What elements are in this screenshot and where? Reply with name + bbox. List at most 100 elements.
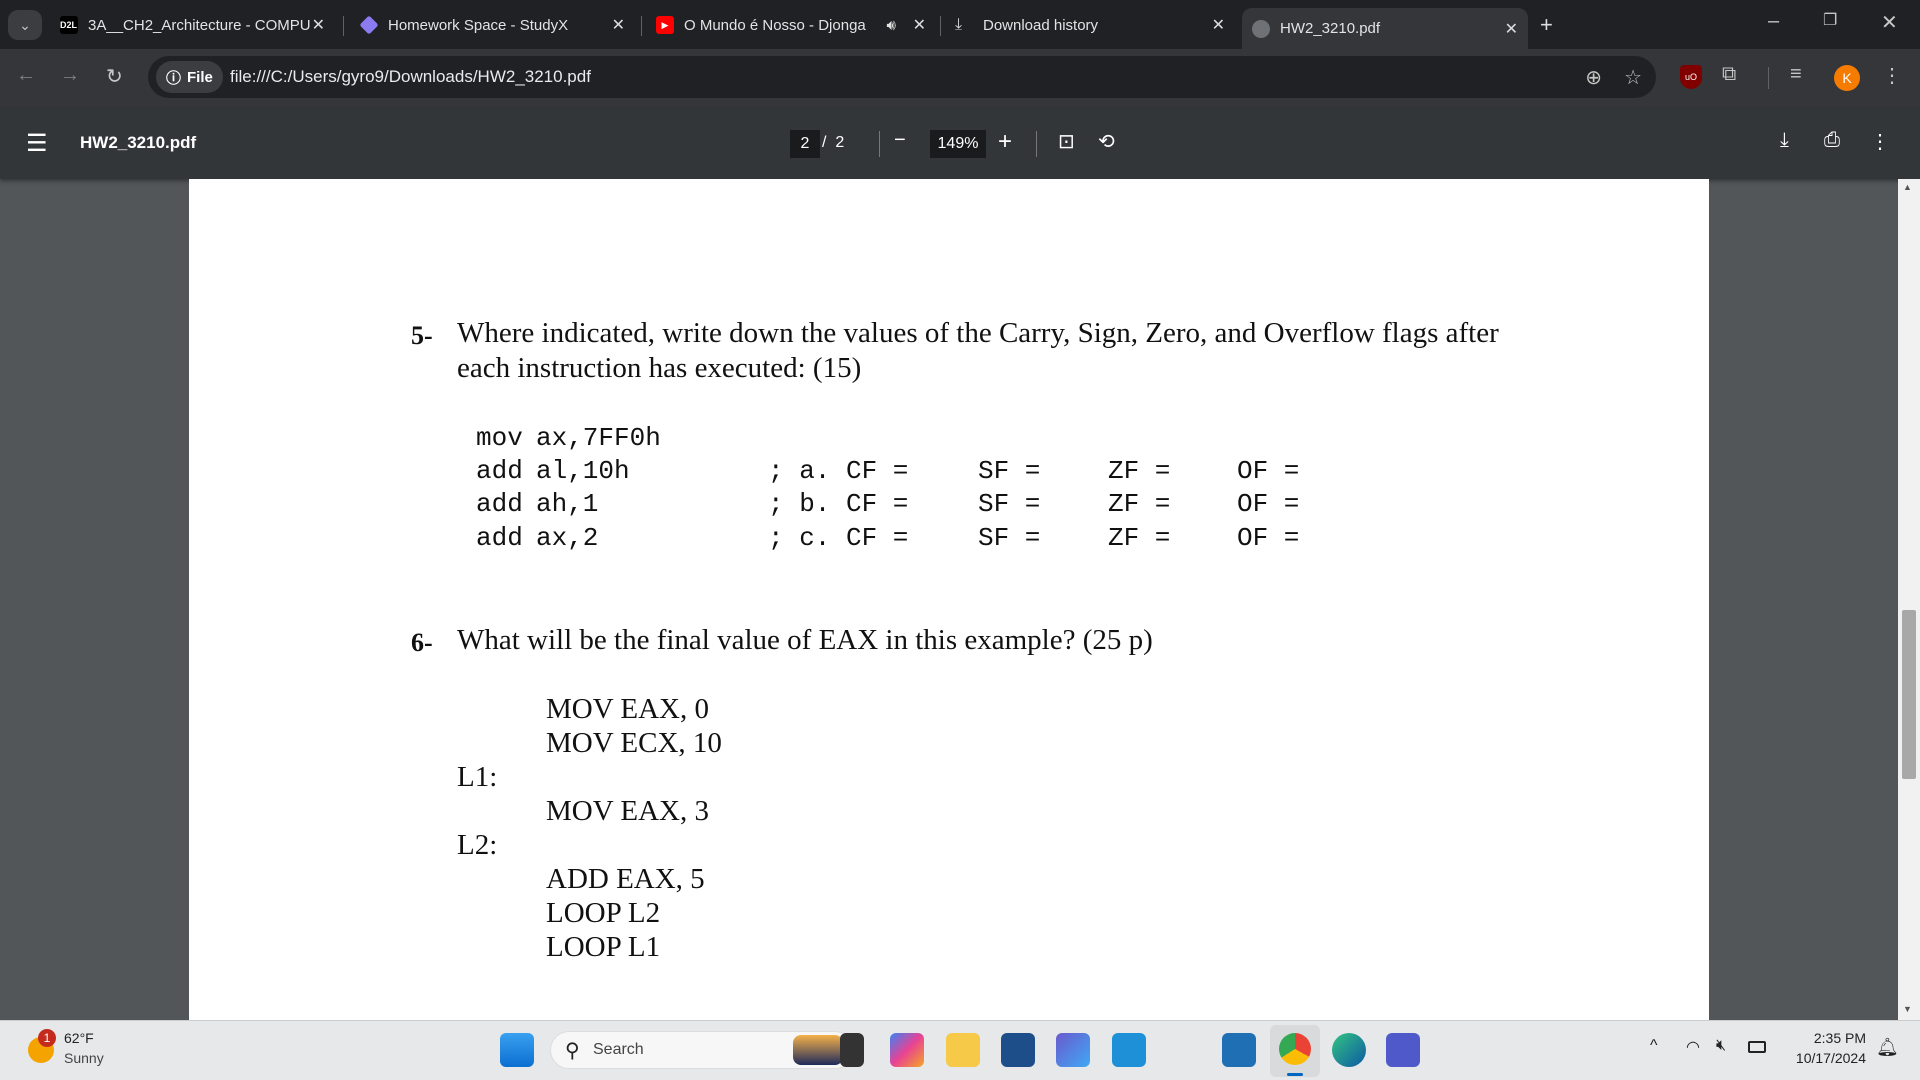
code-args: ah,1 — [536, 489, 599, 519]
tab-label: HW2_3210.pdf — [1280, 20, 1381, 37]
forward-button[interactable]: → — [60, 64, 80, 87]
back-button[interactable]: ← — [16, 64, 36, 87]
copilot-icon[interactable] — [890, 1033, 924, 1067]
code-cf: CF = — [846, 456, 909, 486]
code-instr: add — [476, 523, 523, 553]
edge-icon[interactable] — [1332, 1033, 1366, 1067]
search-placeholder: Search — [593, 1041, 644, 1058]
code-instr: add — [476, 489, 523, 519]
code-line: MOV EAX, 0 — [546, 693, 709, 725]
tab-label: Download history — [983, 16, 1099, 34]
mail-icon[interactable] — [1112, 1033, 1146, 1067]
code-line: ADD EAX, 5 — [546, 863, 705, 895]
new-tab-button[interactable]: + — [1540, 12, 1553, 38]
scroll-down-arrow[interactable]: ▼ — [1903, 1004, 1912, 1014]
store-icon[interactable] — [1001, 1033, 1035, 1067]
task-view-icon[interactable] — [840, 1033, 864, 1067]
url-text[interactable]: file:///C:/Users/gyro9/Downloads/HW2_321… — [230, 67, 591, 87]
download-icon[interactable]: ⤓ — [1780, 129, 1789, 152]
print-icon[interactable]: ⎙ — [1824, 129, 1840, 152]
code-label: L1: — [457, 761, 498, 793]
tab-d2l[interactable]: D2L 3A__CH2_Architecture - COMPU ✕ — [50, 8, 335, 42]
code-of: OF = — [1237, 456, 1300, 486]
show-hidden-icons[interactable]: ^ — [1650, 1037, 1658, 1055]
code-cf: CF = — [846, 489, 909, 519]
tab-label: O Mundo é Nosso - Djonga — [684, 16, 866, 34]
code-cf: CF = — [846, 523, 909, 553]
tab-strip: ⌄ D2L 3A__CH2_Architecture - COMPU ✕ Homew… — [0, 0, 1920, 49]
code-instr: add — [476, 456, 523, 486]
question-5-number: 5- — [411, 321, 433, 350]
pdf-title: HW2_3210.pdf — [80, 133, 197, 152]
clock-date[interactable]: 10/17/2024 — [1780, 1050, 1866, 1066]
start-button[interactable] — [500, 1033, 534, 1067]
volume-muted-icon[interactable]: 🔇︎ — [1716, 1037, 1726, 1055]
menu-kebab-icon[interactable]: ⋮ — [1882, 63, 1902, 88]
zoom-out-button[interactable]: − — [894, 129, 906, 152]
chip-label: File — [187, 68, 213, 86]
question-6-text: What will be the final value of EAX in t… — [457, 624, 1153, 656]
tab-studyx[interactable]: Homework Space - StudyX ✕ — [350, 8, 635, 42]
taskbar: 1 62°F Sunny ⚲ Search ^ ◠ 🔇︎ 2:35 PM 10/… — [0, 1020, 1920, 1080]
site-info-chip[interactable]: ⓘ File — [156, 61, 223, 93]
close-icon[interactable]: ✕ — [913, 15, 926, 35]
zoom-icon[interactable]: ⊕ — [1585, 65, 1602, 90]
weather-desc[interactable]: Sunny — [64, 1050, 104, 1066]
scrollbar[interactable] — [1898, 179, 1920, 1020]
page-number-input[interactable]: 2 — [790, 130, 820, 158]
restore-button[interactable]: ❐ — [1823, 10, 1837, 30]
scrollbar-thumb[interactable] — [1902, 610, 1916, 779]
pdf-page: 5- Where indicated, write down the value… — [189, 179, 1709, 1020]
clock-time[interactable]: 2:35 PM — [1790, 1030, 1866, 1046]
profile-avatar[interactable]: K — [1834, 65, 1860, 91]
minimize-button[interactable]: – — [1768, 10, 1779, 33]
search-highlight-icon — [793, 1035, 843, 1065]
fit-page-icon[interactable]: ⊡ — [1058, 129, 1075, 154]
audio-icon[interactable]: 🔊︎ — [887, 17, 896, 34]
close-window-button[interactable]: ✕ — [1881, 10, 1898, 35]
more-options-icon[interactable]: ⋮ — [1870, 129, 1890, 154]
wifi-icon[interactable]: ◠ — [1686, 1037, 1700, 1057]
reload-button[interactable]: ↻ — [106, 64, 123, 89]
chrome-taskbar-active[interactable] — [1270, 1025, 1320, 1077]
extensions-icon[interactable]: ⧉ — [1722, 63, 1736, 86]
bookmark-star-icon[interactable]: ☆ — [1624, 65, 1642, 90]
download-icon: ⤓ — [955, 16, 963, 33]
file-explorer-icon[interactable] — [946, 1033, 980, 1067]
tab-pdf-active[interactable]: HW2_3210.pdf ✕ — [1242, 8, 1528, 49]
studyx-icon — [359, 15, 379, 35]
close-icon[interactable]: ✕ — [612, 15, 625, 35]
code-zf: ZF = — [1108, 456, 1171, 486]
ublock-icon[interactable]: uO — [1680, 65, 1702, 89]
d2l-icon: D2L — [60, 16, 78, 34]
globe-icon — [1252, 19, 1270, 38]
battery-icon[interactable] — [1748, 1041, 1766, 1053]
youtube-icon: ▶ — [656, 16, 674, 34]
code-sf: SF = — [978, 456, 1041, 486]
address-bar[interactable]: ⓘ File file:///C:/Users/gyro9/Downloads/H… — [148, 56, 1656, 98]
toolbar: ← → ↻ ⓘ File file:///C:/Users/gyro9/Downl… — [0, 49, 1920, 109]
app-icon[interactable] — [1056, 1033, 1090, 1067]
close-icon[interactable]: ✕ — [1212, 15, 1225, 35]
app-s-icon[interactable] — [1222, 1033, 1256, 1067]
tab-youtube[interactable]: ▶ O Mundo é Nosso - Djonga 🔊︎ ✕ — [646, 8, 936, 42]
teams-icon[interactable] — [1386, 1033, 1420, 1067]
tab-search-button[interactable]: ⌄ — [8, 10, 42, 40]
hamburger-menu-icon[interactable]: ☰ — [26, 129, 48, 158]
zoom-in-button[interactable]: + — [998, 128, 1012, 156]
code-line: LOOP L2 — [546, 897, 661, 929]
weather-temp[interactable]: 62°F — [64, 1030, 94, 1046]
question-5-text-2: each instruction has executed: (15) — [457, 352, 862, 384]
zoom-level-input[interactable]: 149% — [930, 130, 986, 158]
code-zf: ZF = — [1108, 523, 1171, 553]
code-args: al,10h — [536, 456, 630, 486]
taskbar-search[interactable]: ⚲ Search — [550, 1031, 854, 1069]
rotate-icon[interactable]: ⟲ — [1098, 129, 1115, 154]
scroll-up-arrow[interactable]: ▲ — [1903, 182, 1912, 192]
code-label: L2: — [457, 829, 498, 861]
close-icon[interactable]: ✕ — [312, 15, 325, 35]
media-control-icon[interactable]: ≡ — [1790, 63, 1802, 86]
tab-downloads[interactable]: ⤓ Download history ✕ — [945, 8, 1235, 42]
notification-bell-icon[interactable]: 🔔︎ — [1876, 1037, 1899, 1058]
close-icon[interactable]: ✕ — [1505, 19, 1518, 39]
